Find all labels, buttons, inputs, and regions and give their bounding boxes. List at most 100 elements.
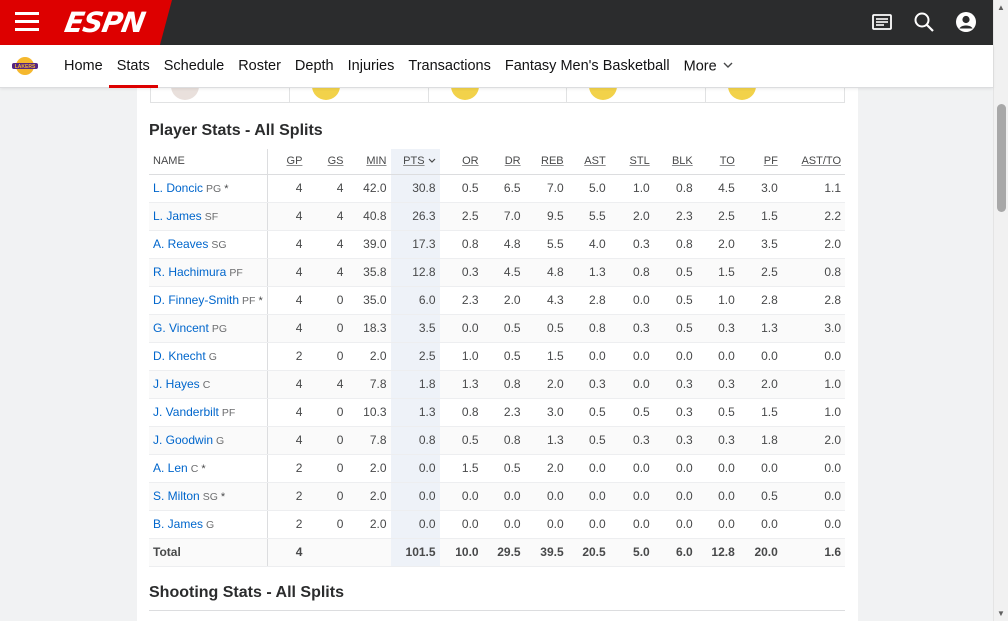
column-header-pf[interactable]: PF bbox=[738, 149, 782, 175]
injury-star-marker: * bbox=[221, 183, 229, 195]
stat-cell-gp: 4 bbox=[267, 202, 307, 231]
nav-item-stats[interactable]: Stats bbox=[108, 45, 158, 88]
stat-cell-stl: 0.3 bbox=[609, 426, 654, 455]
stat-cell-pts: 0.0 bbox=[390, 510, 440, 539]
column-header-reb[interactable]: REB bbox=[524, 149, 568, 175]
stat-cell-gp: 2 bbox=[267, 342, 307, 371]
player-link[interactable]: A. Reaves bbox=[153, 237, 208, 251]
player-name-cell: L. James SF bbox=[149, 202, 268, 231]
player-name-cell: S. Milton SG * bbox=[149, 482, 268, 511]
stat-cell-reb: 3.0 bbox=[524, 398, 568, 427]
espn-logo[interactable]: ESPN bbox=[62, 6, 147, 39]
total-row: Total 4 101.5 10.0 29.5 39.5 20.5 5.0 6.0 12.8 20.… bbox=[149, 538, 845, 567]
stat-cell-blk: 0.5 bbox=[653, 258, 697, 287]
player-link[interactable]: R. Hachimura bbox=[153, 265, 226, 279]
player-link[interactable]: L. James bbox=[153, 209, 202, 223]
stat-cell-ast: 5.5 bbox=[567, 202, 610, 231]
player-name-cell: R. Hachimura PF bbox=[149, 258, 268, 287]
stat-cell-pf: 0.0 bbox=[738, 342, 782, 371]
column-header-dr[interactable]: DR bbox=[482, 149, 525, 175]
stat-cell-reb: 4.8 bbox=[524, 258, 568, 287]
scroll-up-icon[interactable]: ▲ bbox=[997, 3, 1005, 12]
sort-desc-icon bbox=[428, 157, 436, 166]
shooting-stats-title: Shooting Stats - All Splits bbox=[149, 584, 344, 601]
profile-icon[interactable] bbox=[955, 11, 977, 33]
player-link[interactable]: J. Goodwin bbox=[153, 433, 213, 447]
player-link[interactable]: D. Finney-Smith bbox=[153, 293, 239, 307]
total-label: Total bbox=[149, 538, 268, 567]
player-link[interactable]: D. Knecht bbox=[153, 349, 206, 363]
column-header-stl[interactable]: STL bbox=[609, 149, 654, 175]
total-cell-ast-to: 1.6 bbox=[781, 538, 845, 567]
nav-item-depth[interactable]: Depth bbox=[295, 45, 334, 88]
stat-cell-dr: 4.5 bbox=[482, 258, 525, 287]
nav-item-fantasy-men-s-basketball[interactable]: Fantasy Men's Basketball bbox=[505, 45, 670, 88]
player-link[interactable]: A. Len bbox=[153, 461, 188, 475]
total-cell-ast: 20.5 bbox=[567, 538, 610, 567]
lakers-logo-icon[interactable]: LAKERS bbox=[12, 55, 38, 77]
stat-cell-stl: 2.0 bbox=[609, 202, 654, 231]
nav-item-schedule[interactable]: Schedule bbox=[164, 45, 224, 88]
search-icon[interactable] bbox=[913, 11, 935, 33]
player-link[interactable]: J. Hayes bbox=[153, 377, 200, 391]
column-header-to[interactable]: TO bbox=[696, 149, 739, 175]
nav-item-injuries[interactable]: Injuries bbox=[348, 45, 395, 88]
nav-item-more[interactable]: More bbox=[684, 45, 733, 88]
player-link[interactable]: G. Vincent bbox=[153, 321, 209, 335]
table-row: D. Knecht G 2 0 2.0 2.5 1.0 0.5 1.5 0.0 0.0 0.0 0.0 0… bbox=[149, 342, 845, 371]
stat-cell-dr: 0.5 bbox=[482, 314, 525, 343]
stat-cell-or: 0.0 bbox=[439, 482, 483, 511]
table-row: R. Hachimura PF 4 4 35.8 12.8 0.3 4.5 4.8 1.3 0.8 0… bbox=[149, 258, 845, 287]
stat-cell-to: 0.0 bbox=[696, 342, 739, 371]
column-header-pts[interactable]: PTS bbox=[390, 149, 440, 175]
column-header-gp[interactable]: GP bbox=[267, 149, 307, 175]
stat-cell-or: 0.0 bbox=[439, 510, 483, 539]
stat-cell-gs: 4 bbox=[306, 370, 348, 399]
stat-cell-dr: 7.0 bbox=[482, 202, 525, 231]
player-link[interactable]: J. Vanderbilt bbox=[153, 405, 219, 419]
column-header-ast-to[interactable]: AST/TO bbox=[781, 149, 845, 175]
stat-cell-ast-to: 0.8 bbox=[781, 258, 845, 287]
nav-item-label: Schedule bbox=[163, 58, 225, 74]
news-icon[interactable] bbox=[871, 11, 893, 33]
stat-cell-reb: 5.5 bbox=[524, 230, 568, 259]
scroll-down-icon[interactable]: ▼ bbox=[997, 609, 1005, 618]
table-row: L. James SF 4 4 40.8 26.3 2.5 7.0 9.5 5.5 2.0 2.3 2.… bbox=[149, 202, 845, 231]
stat-cell-ast-to: 2.0 bbox=[781, 426, 845, 455]
stat-cell-blk: 0.3 bbox=[653, 398, 697, 427]
player-name-cell: J. Goodwin G bbox=[149, 426, 268, 455]
stat-cell-reb: 2.0 bbox=[524, 454, 568, 483]
stat-cell-pts: 1.3 bbox=[390, 398, 440, 427]
menu-icon[interactable] bbox=[15, 12, 39, 32]
column-header-ast[interactable]: AST bbox=[567, 149, 610, 175]
stat-cell-ast: 0.0 bbox=[567, 482, 610, 511]
player-link[interactable]: S. Milton bbox=[153, 489, 200, 503]
stat-cell-pts: 12.8 bbox=[390, 258, 440, 287]
column-header-min[interactable]: MIN bbox=[347, 149, 391, 175]
table-row: J. Goodwin G 4 0 7.8 0.8 0.5 0.8 1.3 0.5 0.3 0.3 0.3… bbox=[149, 426, 845, 455]
stat-cell-pts: 1.8 bbox=[390, 370, 440, 399]
stat-cell-pts: 17.3 bbox=[390, 230, 440, 259]
column-header-gs[interactable]: GS bbox=[306, 149, 348, 175]
nav-item-home[interactable]: Home bbox=[64, 45, 103, 88]
total-cell-dr: 29.5 bbox=[482, 538, 525, 567]
stat-cell-to: 0.3 bbox=[696, 426, 739, 455]
stat-cell-ast-to: 1.1 bbox=[781, 174, 845, 203]
stat-cell-gs: 0 bbox=[306, 342, 348, 371]
stat-cell-dr: 0.0 bbox=[482, 510, 525, 539]
stat-cell-stl: 0.3 bbox=[609, 314, 654, 343]
total-cell-or: 10.0 bbox=[439, 538, 483, 567]
stats-card: Player Stats - All Splits NAME GP GS MIN PTS… bbox=[137, 88, 858, 621]
nav-item-roster[interactable]: Roster bbox=[238, 45, 281, 88]
stat-cell-stl: 0.3 bbox=[609, 230, 654, 259]
column-header-or[interactable]: OR bbox=[439, 149, 483, 175]
player-link[interactable]: L. Doncic bbox=[153, 181, 203, 195]
stat-cell-ast-to: 2.8 bbox=[781, 286, 845, 315]
column-header-blk[interactable]: BLK bbox=[653, 149, 697, 175]
player-link[interactable]: B. James bbox=[153, 517, 203, 531]
stat-cell-pf: 3.0 bbox=[738, 174, 782, 203]
page-scrollbar[interactable]: ▲ ▼ bbox=[993, 0, 1008, 621]
top-header: ESPN bbox=[0, 0, 993, 45]
nav-item-transactions[interactable]: Transactions bbox=[408, 45, 490, 88]
scroll-thumb[interactable] bbox=[997, 104, 1006, 212]
